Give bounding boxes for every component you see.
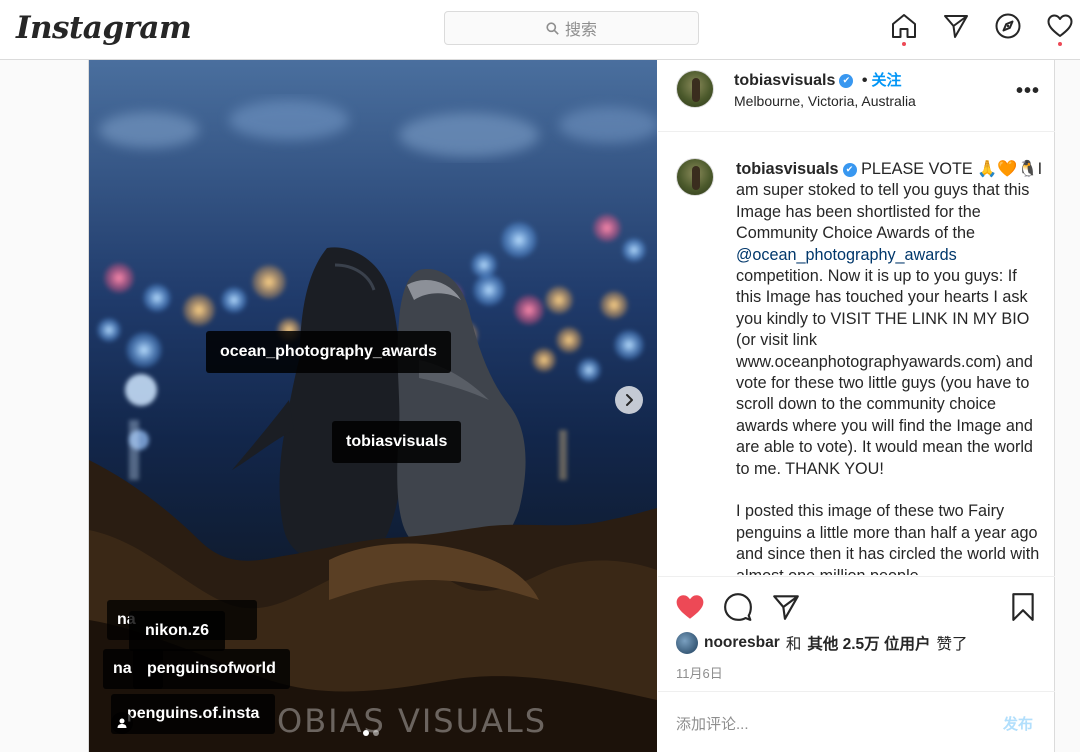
comment-form: 添加评论... 发布 [658,691,1055,752]
activity-heart-icon [1047,14,1073,37]
search-input[interactable]: 搜索 [444,11,699,45]
photo-tag-penguins-of-insta[interactable]: penguins.of.insta [111,694,276,734]
likes-others-link[interactable]: 其他 2.5万 位用户 [807,632,930,654]
share-button[interactable] [770,591,802,623]
caption-username[interactable]: tobiasvisuals [736,160,839,178]
top-nav-bar: Instagram 搜索 [0,0,1080,60]
photo-tag-tobiasvisuals[interactable]: tobiasvisuals [332,421,462,463]
search-placeholder: 搜索 [564,22,597,39]
direct-icon [944,15,968,38]
caption-paragraph-2: I posted this image of these two Fairy p… [736,502,1040,575]
tag-partial-label: na [113,660,132,677]
comment-button[interactable] [722,591,754,623]
caption-body-part2: competition. Now it is up to you guys: I… [736,267,1033,478]
likes-connector: 和 [785,636,802,653]
photo-watermark: OBIAS VISUALS [277,702,548,740]
verified-badge-icon: ✔ [842,162,857,177]
liker-username[interactable]: nooresbar [704,634,780,652]
photo-tag-penguinsofworld[interactable]: penguinsofworld [133,649,290,689]
post-date[interactable]: 11月6日 [676,663,723,682]
separator-dot: • [861,72,868,89]
share-icon [773,595,799,620]
author-username[interactable]: tobiasvisuals [734,72,835,89]
bookmark-icon [1012,593,1034,621]
home-button[interactable] [889,12,919,46]
verified-badge-icon: ✔ [839,73,854,88]
author-line: tobiasvisuals ✔ • 关注 [734,69,901,90]
person-icon [117,718,127,728]
notification-dot [1058,42,1062,46]
explore-icon [995,13,1021,39]
post-comment-button[interactable]: 发布 [1003,713,1033,734]
search-icon [546,21,559,35]
home-icon [892,14,916,38]
liker-avatar[interactable] [676,632,698,654]
post-card: ocean_photography_awards tobiasvisuals n… [88,60,1055,752]
follow-button[interactable]: 关注 [871,72,901,89]
next-photo-button[interactable] [615,386,643,414]
activity-button[interactable] [1045,12,1075,46]
caption-scroll-area[interactable]: tobiasvisuals ✔ PLEASE VOTE 🙏🧡🐧I am super… [658,133,1055,575]
chevron-right-icon [626,394,633,406]
photo-tag-ocean-photography-awards[interactable]: ocean_photography_awards [206,331,451,373]
post-header: tobiasvisuals ✔ • 关注 Melbourne, Victoria, … [658,60,1055,132]
explore-button[interactable] [993,12,1023,46]
comment-input[interactable]: 添加评论... [676,713,749,734]
instagram-logo[interactable]: Instagram [16,10,192,46]
more-options-icon[interactable]: ••• [1016,80,1040,103]
heart-filled-icon [676,595,704,619]
pager-dot [373,730,379,736]
post-photo[interactable]: ocean_photography_awards tobiasvisuals n… [89,60,657,752]
caption-author-avatar[interactable] [676,158,714,196]
like-button[interactable] [674,591,706,623]
likes-summary: nooresbar 和 其他 2.5万 位用户 赞了 [676,632,968,654]
caption-text: tobiasvisuals ✔ PLEASE VOTE 🙏🧡🐧I am super… [736,159,1046,575]
notification-dot [902,42,906,46]
pager-dot-active [363,730,369,736]
caption-mention-link[interactable]: @ocean_photography_awards [736,246,957,264]
post-side-panel: tobiasvisuals ✔ • 关注 Melbourne, Victoria, … [658,60,1055,752]
comment-icon [724,593,752,621]
carousel-pager [363,730,379,736]
post-actions: nooresbar 和 其他 2.5万 位用户 赞了 11月6日 [658,576,1055,691]
post-location[interactable]: Melbourne, Victoria, Australia [734,93,916,109]
photo-tag-nikon-z6[interactable]: nikon.z6 [129,611,226,651]
tagged-people-button[interactable] [111,712,133,734]
direct-button[interactable] [941,12,971,46]
author-avatar[interactable] [676,70,714,108]
likes-suffix: 赞了 [936,636,968,653]
save-button[interactable] [1007,591,1039,623]
